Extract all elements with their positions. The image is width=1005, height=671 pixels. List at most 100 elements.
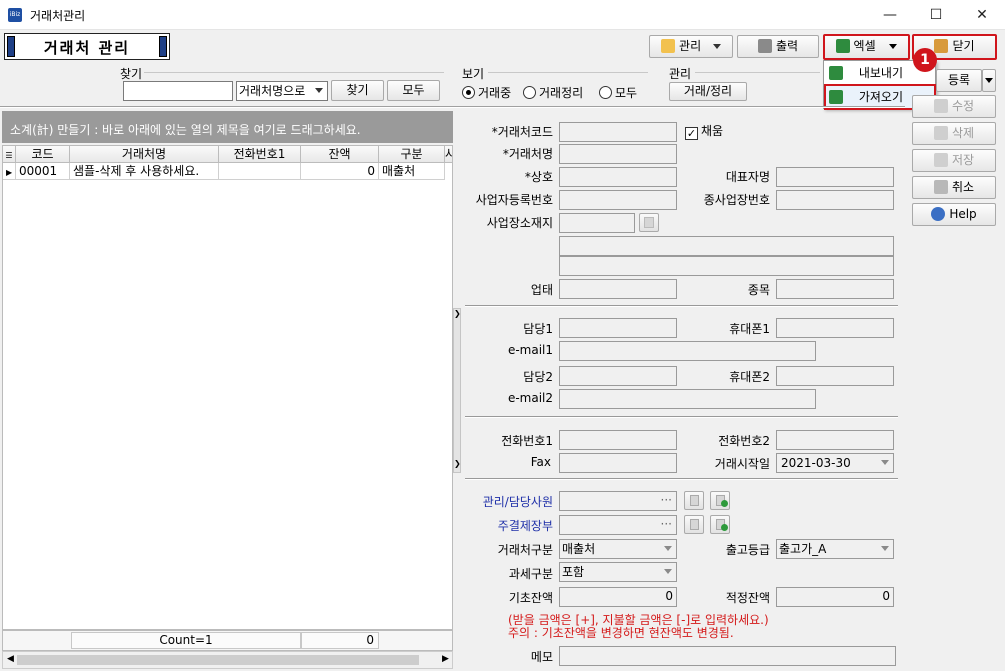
radio-all[interactable]: 모두 <box>599 84 637 101</box>
radio-closed-label: 거래정리 <box>539 86 584 100</box>
show-all-button[interactable]: 모두 <box>387 80 440 101</box>
partner-name-input[interactable] <box>559 144 677 164</box>
code-label: *거래처코드 <box>491 125 553 139</box>
horizontal-scrollbar[interactable]: ◀ ▶ <box>2 651 453 669</box>
manager2-input[interactable] <box>559 366 677 386</box>
window-close-button[interactable]: ✕ <box>959 0 1005 30</box>
scroll-left-icon[interactable]: ◀ <box>7 654 14 664</box>
grade-select[interactable]: 출고가_A <box>776 539 894 559</box>
representative-input[interactable] <box>776 167 894 187</box>
biz-item-label: 종목 <box>747 283 770 297</box>
email1-input[interactable] <box>559 341 816 361</box>
manager1-input[interactable] <box>559 318 677 338</box>
chevron-down-icon <box>712 44 721 49</box>
opening-balance-label: 기초잔액 <box>508 591 553 605</box>
phone1-label: 전화번호1 <box>501 434 553 448</box>
column-header-more[interactable]: 사 <box>445 146 453 163</box>
group-by-hint-bar: 소계(計) 만들기 : 바로 아래에 있는 열의 제목을 여기로 드래그하세요. <box>2 111 453 143</box>
trade-start-date-picker[interactable]: 2021-03-30 <box>776 453 894 473</box>
excel-button[interactable]: 엑셀 <box>823 34 910 60</box>
app-icon: iBiz <box>8 8 22 22</box>
table-cell-code[interactable]: 00001 <box>16 163 70 180</box>
memo-input[interactable] <box>559 646 896 666</box>
panel-splitter[interactable]: ❯ ❯ <box>453 308 461 473</box>
zipcode-input[interactable] <box>559 213 635 233</box>
minimize-button[interactable]: — <box>867 0 913 30</box>
table-cell-phone1[interactable] <box>219 163 301 180</box>
use-checkbox[interactable]: ✓ 채움 <box>685 122 723 140</box>
staff-label[interactable]: 관리/담당사원 <box>463 493 553 510</box>
print-button[interactable]: 출력 <box>737 35 819 58</box>
table-cell-type[interactable]: 매출처 <box>379 163 445 180</box>
scrollbar-thumb[interactable] <box>17 655 419 665</box>
biz-item-input[interactable] <box>776 279 894 299</box>
table-cell-balance[interactable]: 0 <box>301 163 379 180</box>
save-button[interactable]: 저장 <box>912 149 996 172</box>
opening-balance-input[interactable]: 0 <box>559 587 677 607</box>
column-header-balance[interactable]: 잔액 <box>301 146 379 163</box>
phone2-input[interactable] <box>776 430 894 450</box>
cancel-label: 취소 <box>951 180 975 194</box>
column-header-phone1[interactable]: 전화번호1 <box>219 146 301 163</box>
sub-biz-number-input[interactable] <box>776 190 894 210</box>
biz-number-input[interactable] <box>559 190 677 210</box>
column-header-code[interactable]: 코드 <box>16 146 70 163</box>
register-dropdown-button[interactable] <box>982 69 996 92</box>
radio-trading[interactable]: 거래중 <box>462 84 511 101</box>
partner-type-label: 거래처구분 <box>497 543 553 557</box>
maximize-button[interactable]: ☐ <box>913 0 959 30</box>
excel-icon <box>829 90 843 104</box>
trade-close-button[interactable]: 거래/정리 <box>669 82 747 101</box>
table-cell-name[interactable]: 샘플-삭제 후 사용하세요. <box>70 163 219 180</box>
ledger-label[interactable]: 주결제장부 <box>463 517 553 534</box>
tax-select[interactable]: 포함 <box>559 562 677 582</box>
help-label: Help <box>949 207 977 221</box>
address-line2-input[interactable] <box>559 256 894 276</box>
biz-type-label: 업태 <box>530 283 553 297</box>
manage-button[interactable]: 관리 <box>649 35 733 58</box>
address-search-button[interactable] <box>639 213 659 232</box>
cancel-button[interactable]: 취소 <box>912 176 996 199</box>
document-icon <box>690 495 699 506</box>
address-line1-input[interactable] <box>559 236 894 256</box>
menu-item-import-label: 가져오기 <box>858 90 903 104</box>
partner-type-select[interactable]: 매출처 <box>559 539 677 559</box>
proper-balance-label: 적정잔액 <box>725 591 770 605</box>
staff-input[interactable]: ··· <box>559 491 677 511</box>
scroll-right-icon[interactable]: ▶ <box>442 654 449 664</box>
proper-balance-input[interactable]: 0 <box>776 587 894 607</box>
staff-list-button[interactable] <box>684 491 704 510</box>
row-indicator[interactable]: ▶ <box>3 163 16 180</box>
grid-row-selector-header[interactable]: ☰ <box>3 146 16 163</box>
search-mode-select[interactable]: 거래처명으로 <box>236 81 328 101</box>
edit-button[interactable]: 수정 <box>912 95 996 118</box>
trade-name-input[interactable] <box>559 167 677 187</box>
mobile2-input[interactable] <box>776 366 894 386</box>
column-header-type[interactable]: 구분 <box>379 146 445 163</box>
mobile1-input[interactable] <box>776 318 894 338</box>
door-icon <box>934 39 949 53</box>
delete-button[interactable]: 삭제 <box>912 122 996 145</box>
ledger-input[interactable]: ··· <box>559 515 677 535</box>
radio-closed[interactable]: 거래정리 <box>523 84 583 101</box>
fax-input[interactable] <box>559 453 677 473</box>
register-button[interactable]: 등록 <box>936 69 982 92</box>
use-checkbox-label: 채움 <box>701 124 724 138</box>
column-header-name[interactable]: 거래처명 <box>70 146 219 163</box>
phone1-input[interactable] <box>559 430 677 450</box>
code-input[interactable] <box>559 122 677 142</box>
find-button[interactable]: 찾기 <box>331 80 384 101</box>
ledger-add-button[interactable] <box>710 515 730 534</box>
staff-add-button[interactable] <box>710 491 730 510</box>
biz-type-input[interactable] <box>559 279 677 299</box>
chevron-down-icon <box>881 460 889 465</box>
search-input[interactable] <box>123 81 233 101</box>
ledger-list-button[interactable] <box>684 515 704 534</box>
sub-biz-number-label: 종사업장번호 <box>703 193 770 207</box>
mobile1-label: 휴대폰1 <box>729 322 770 336</box>
balance-change-warning: 주의 : 기초잔액을 변경하면 현잔액도 변경됨. <box>508 626 734 640</box>
help-button[interactable]: Help <box>912 203 996 226</box>
chevron-down-icon <box>881 546 889 551</box>
email2-input[interactable] <box>559 389 816 409</box>
pencil-icon <box>661 39 676 53</box>
